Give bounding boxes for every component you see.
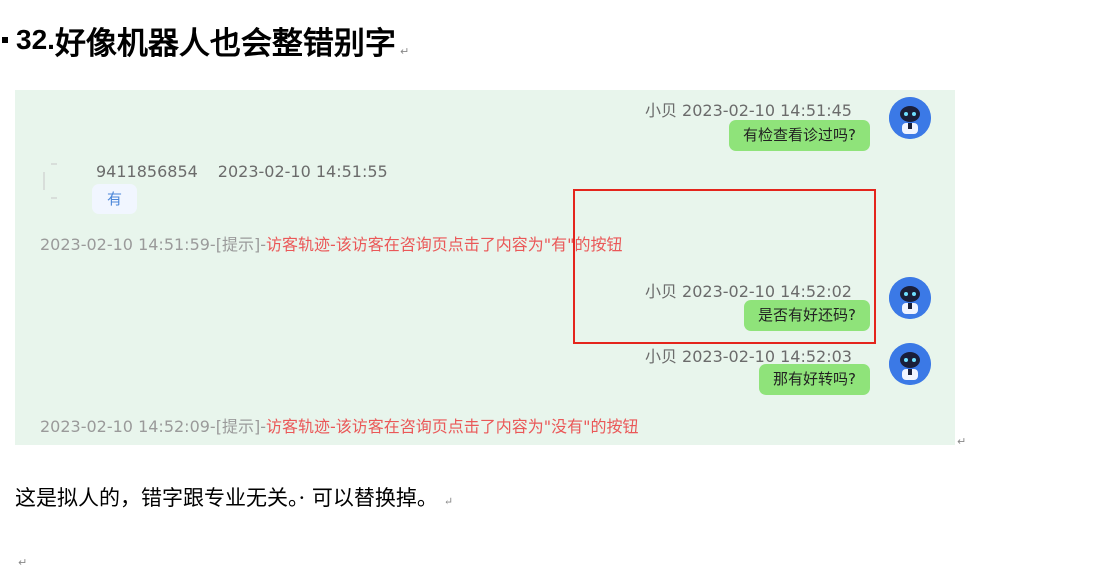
visitor-id: 9411856854 [96, 162, 198, 181]
visitor-message-meta: 9411856854 2023-02-10 14:51:55 [96, 162, 388, 181]
paragraph-mark: ↵ [443, 495, 454, 508]
agent-message-bubble: 那有好转吗? [759, 364, 870, 395]
system-note: 2023-02-10 14:51:59-[提示]-访客轨迹-该访客在咨询页点击了… [40, 231, 622, 255]
agent-message-meta: 小贝 2023-02-10 14:51:45 [644, 101, 852, 120]
system-note-content: 访客轨迹-该访客在咨询页点击了内容为"没有"的按钮 [265, 417, 639, 436]
body-paragraph: 这是拟人的，错字跟专业无关。· 可以替换掉。 ↵ [15, 482, 453, 512]
paragraph-mark: ↵ [399, 45, 410, 58]
agent-message-bubble: 是否有好还码? [744, 300, 870, 331]
heading-number: 32. [16, 24, 55, 55]
heading-text: 好像机器人也会整错别字 [54, 25, 396, 62]
chat-screenshot: 小贝 2023-02-10 14:51:45 有检查看诊过吗? 94118568… [15, 90, 955, 445]
system-note: 2023-02-10 14:52:09-[提示]-访客轨迹-该访客在咨询页点击了… [40, 413, 638, 437]
system-note-prefix: 2023-02-10 14:52:09-[提示]- [40, 417, 266, 436]
system-note-prefix: 2023-02-10 14:51:59-[提示]- [40, 235, 266, 254]
visitor-avatar-icon [43, 160, 85, 202]
section-heading: 32. 好像机器人也会整错别字 ↵ [0, 18, 409, 62]
visitor-time: 2023-02-10 14:51:55 [217, 162, 388, 181]
paragraph-mark: ↵ [18, 556, 28, 569]
robot-avatar-icon [889, 97, 931, 139]
visitor-message-bubble: 有 [92, 184, 138, 214]
robot-avatar-icon [889, 277, 931, 319]
agent-message-bubble: 有检查看诊过吗? [729, 120, 870, 151]
heading-bullet [2, 37, 8, 43]
body-text: 这是拟人的，错字跟专业无关。· 可以替换掉。 [15, 486, 438, 510]
system-note-content: 访客轨迹-该访客在咨询页点击了内容为"有"的按钮 [265, 235, 623, 254]
paragraph-mark: ↵ [957, 435, 967, 448]
robot-avatar-icon [889, 343, 931, 385]
agent-message-meta: 小贝 2023-02-10 14:52:02 [644, 282, 852, 301]
